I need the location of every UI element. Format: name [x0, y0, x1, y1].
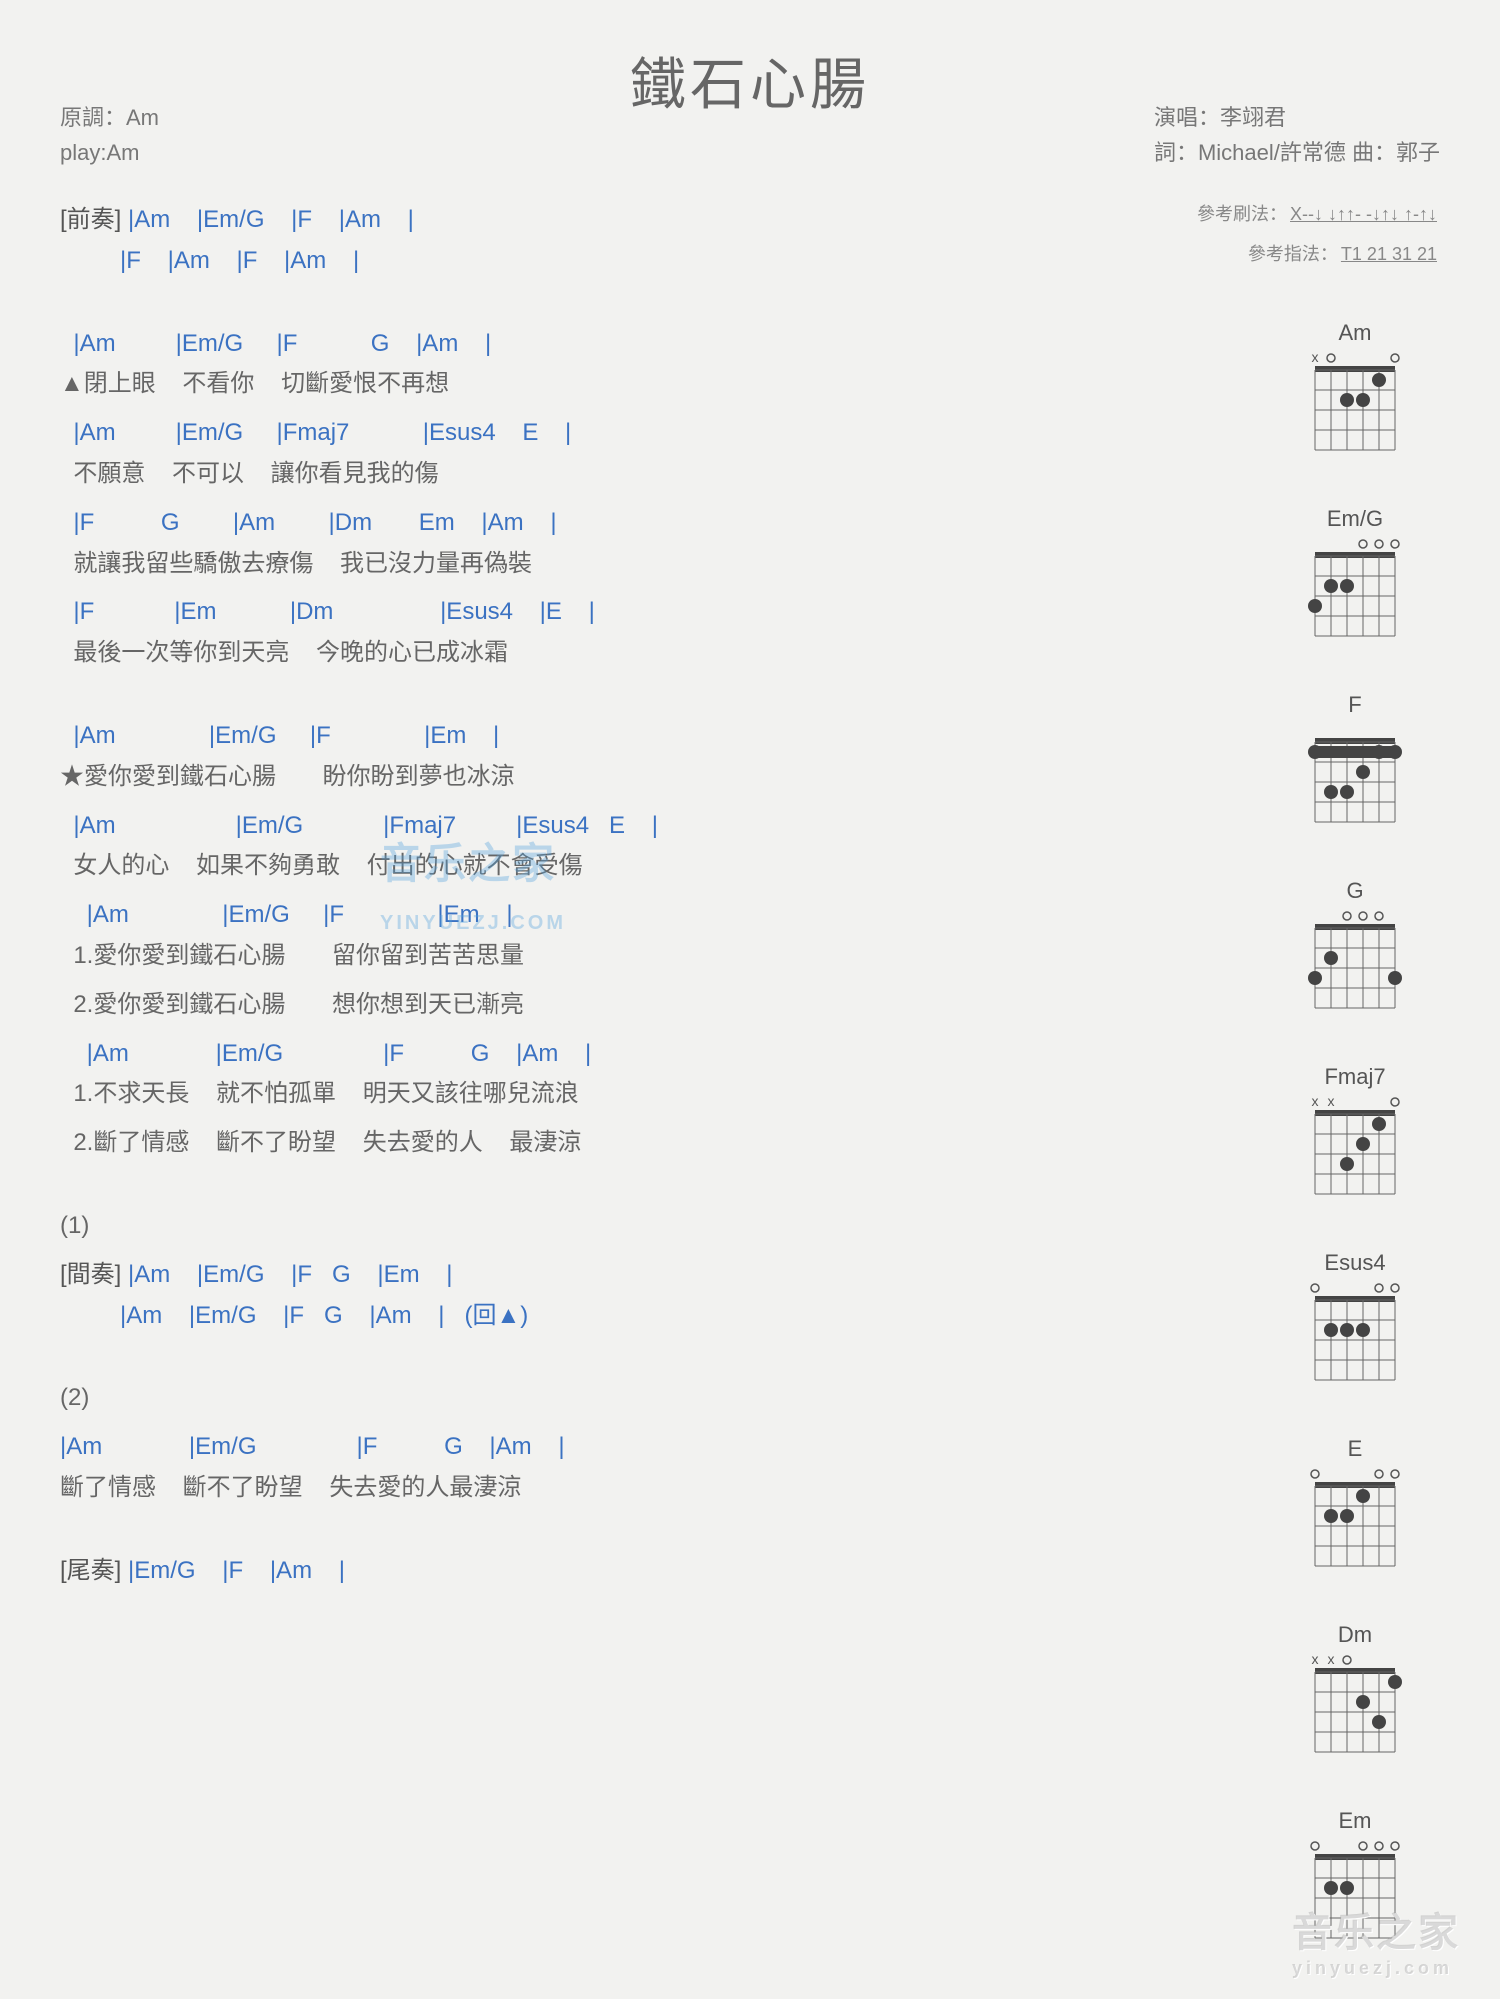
chord-diagram-g: G	[1270, 878, 1440, 1018]
intro-label: [前奏]	[60, 206, 121, 233]
chord-diagram-label: Am	[1270, 320, 1440, 346]
chorus-section: |Am |Em/G |F |Em | ★愛你愛到鐵石心腸 盼你盼到夢也冰涼 |A…	[60, 716, 1110, 1164]
lyrics-body: [前奏] |Am |Em/G |F |Am | |F |Am |F |Am | …	[60, 200, 1110, 1634]
meta-left: 原調：Am play:Am	[60, 100, 159, 170]
svg-text:x: x	[1328, 1652, 1335, 1667]
svg-text:x: x	[1312, 1094, 1319, 1109]
chord-diagram-label: Fmaj7	[1270, 1064, 1440, 1090]
svg-text:x: x	[1312, 1652, 1319, 1667]
watermark-corner: 音乐之家 yinyuezj.com	[1292, 1900, 1460, 1979]
strum-reference: 參考刷法：X--↓ ↓↑↑- -↓↑↓ ↑-↑↓	[1197, 200, 1440, 226]
chord-diagram-label: Em	[1270, 1808, 1440, 1834]
original-key: 原調：Am	[60, 100, 159, 135]
chord-diagram-label: E	[1270, 1436, 1440, 1462]
repeat-tag-1: (1)	[60, 1206, 1110, 1247]
chord-diagram-em-g: Em/G	[1270, 506, 1440, 646]
interlude-section: (1) [間奏] |Am |Em/G |F G |Em | |Am |Em/G …	[60, 1206, 1110, 1336]
intro-section: [前奏] |Am |Em/G |F |Am | |F |Am |F |Am |	[60, 200, 1110, 282]
chord-diagram-e: E	[1270, 1436, 1440, 1576]
chord-diagram-column: AmxEm/GFGFmaj7xxEsus4EDmxxEm	[1270, 320, 1440, 1994]
interlude-label: [間奏]	[60, 1261, 121, 1288]
chord-diagram-dm: Dm xx	[1270, 1622, 1440, 1762]
outro-label: [尾奏]	[60, 1557, 121, 1584]
chord-diagram-label: Dm	[1270, 1622, 1440, 1648]
svg-text:x: x	[1312, 350, 1319, 365]
play-key: play:Am	[60, 135, 159, 170]
chord-diagram-esus4: Esus4	[1270, 1250, 1440, 1390]
chord-diagram-label: Esus4	[1270, 1250, 1440, 1276]
chord-diagram-fmaj7: Fmaj7 xx	[1270, 1064, 1440, 1204]
outro-section: [尾奏] |Em/G |F |Am |	[60, 1551, 1110, 1592]
chord-diagram-am: Am x	[1270, 320, 1440, 460]
repeat-tag-2: (2)	[60, 1378, 1110, 1419]
svg-text:x: x	[1328, 1094, 1335, 1109]
verse-section: |Am |Em/G |F G |Am | ▲閉上眼 不看你 切斷愛恨不再想 |A…	[60, 324, 1110, 674]
chord-diagram-label: F	[1270, 692, 1440, 718]
chord-diagram-f: F	[1270, 692, 1440, 832]
chord-diagram-label: Em/G	[1270, 506, 1440, 532]
credits: 詞：Michael/許常德 曲：郭子	[1154, 135, 1440, 170]
chord-sheet-page: 鐵石心腸 原調：Am play:Am 演唱：李翊君 詞：Michael/許常德 …	[0, 0, 1500, 1999]
picking-reference: 參考指法：T1 21 31 21	[1248, 240, 1440, 266]
singer: 演唱：李翊君	[1154, 100, 1440, 135]
meta-right: 演唱：李翊君 詞：Michael/許常德 曲：郭子	[1154, 100, 1440, 170]
chord-diagram-label: G	[1270, 878, 1440, 904]
ending-section: (2) |Am |Em/G |F G |Am | 斷了情感 斷不了盼望 失去愛的…	[60, 1378, 1110, 1508]
